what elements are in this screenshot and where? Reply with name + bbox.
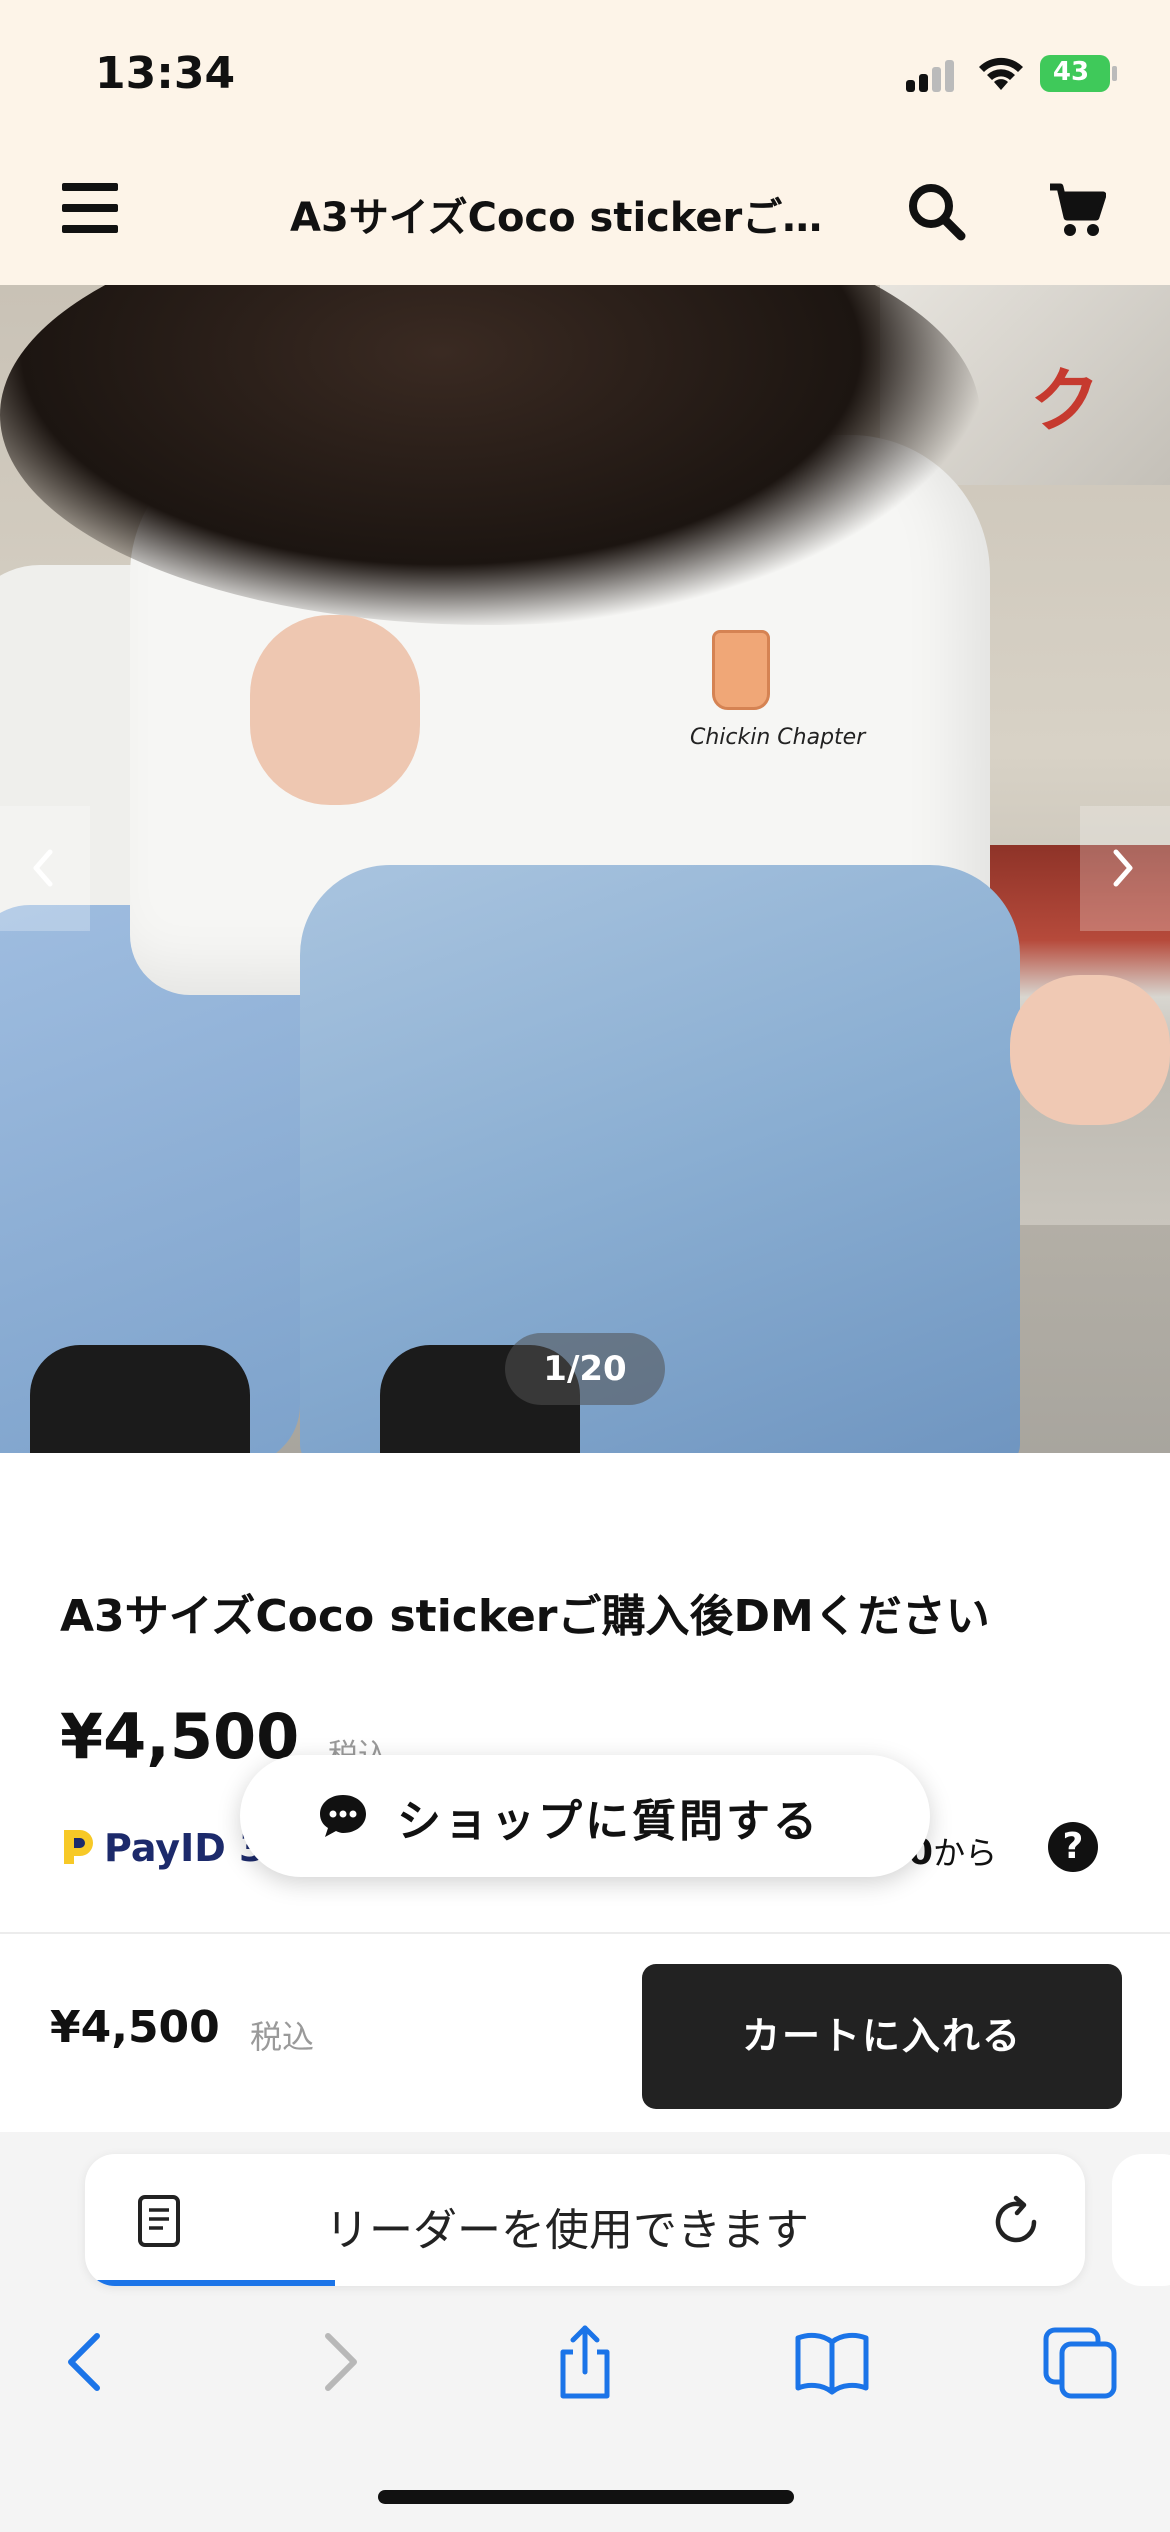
back-icon[interactable] bbox=[47, 2322, 127, 2402]
next-tab-peek[interactable] bbox=[1112, 2154, 1170, 2286]
reader-mode-icon[interactable] bbox=[137, 2194, 181, 2248]
help-icon[interactable]: ? bbox=[1048, 1822, 1098, 1872]
product-title: A3サイズCoco stickerご購入後DMください bbox=[60, 1591, 990, 1642]
chevron-left-icon bbox=[33, 849, 53, 887]
product-image[interactable]: ク Chickin Chapter 1/20 bbox=[0, 285, 1170, 1453]
page-load-progress bbox=[85, 2280, 335, 2286]
home-indicator bbox=[378, 2490, 794, 2504]
site-header: A3サイズCoco stickerご… bbox=[0, 145, 1170, 285]
photo-sign-glyph: ク bbox=[1030, 360, 1100, 442]
ask-shop-button[interactable]: ショップに質問する bbox=[240, 1755, 930, 1877]
price-row: ¥4,500 税込 bbox=[60, 1700, 388, 1773]
header-title: A3サイズCoco stickerご… bbox=[290, 195, 823, 241]
tabs-icon[interactable] bbox=[1040, 2322, 1120, 2402]
payid-suffix: から bbox=[933, 1834, 998, 1872]
gallery-prev-button[interactable] bbox=[0, 806, 90, 931]
battery-level: 43 bbox=[1052, 57, 1090, 87]
photo-cup-print-text: Chickin Chapter bbox=[690, 725, 866, 750]
search-icon[interactable] bbox=[905, 180, 967, 242]
purchase-bar-price: ¥4,500 bbox=[50, 2002, 220, 2053]
purchase-bar-tax-label: 税込 bbox=[250, 2018, 315, 2056]
menu-icon[interactable] bbox=[62, 183, 118, 233]
photo-shoe bbox=[30, 1345, 250, 1453]
bookmarks-icon[interactable] bbox=[792, 2322, 872, 2402]
payid-label: PayID 3 bbox=[104, 1826, 266, 1870]
payid-logo-icon bbox=[64, 1830, 93, 1864]
cellular-signal-icon bbox=[906, 58, 956, 92]
wifi-icon bbox=[979, 57, 1023, 90]
status-bar: 13:34 43 bbox=[0, 0, 1170, 145]
browser-toolbar-area: リーダーを使用できます bbox=[0, 2132, 1170, 2532]
add-to-cart-button[interactable]: カートに入れる bbox=[642, 1964, 1122, 2109]
cart-icon[interactable] bbox=[1048, 183, 1106, 239]
address-text: リーダーを使用できます bbox=[325, 2205, 809, 2256]
ask-shop-label: ショップに質問する bbox=[397, 1796, 820, 1847]
battery-tip bbox=[1112, 66, 1117, 81]
gallery-counter: 1/20 bbox=[505, 1333, 665, 1405]
address-bar[interactable]: リーダーを使用できます bbox=[85, 2154, 1085, 2286]
share-icon[interactable] bbox=[545, 2322, 625, 2402]
status-time: 13:34 bbox=[95, 48, 236, 99]
photo-hand bbox=[250, 615, 420, 805]
forward-icon[interactable] bbox=[298, 2322, 378, 2402]
gallery-next-button[interactable] bbox=[1080, 806, 1170, 931]
chat-bubble-icon bbox=[320, 1795, 366, 1837]
purchase-bar: ¥4,500 税込 カートに入れる bbox=[0, 1932, 1170, 2132]
chevron-right-icon bbox=[1113, 849, 1133, 887]
photo-cup-print bbox=[712, 630, 770, 710]
battery-icon: 43 bbox=[1040, 55, 1110, 92]
photo-hand-right bbox=[1010, 975, 1170, 1125]
product-price: ¥4,500 bbox=[60, 1700, 300, 1773]
reload-icon[interactable] bbox=[990, 2194, 1042, 2248]
